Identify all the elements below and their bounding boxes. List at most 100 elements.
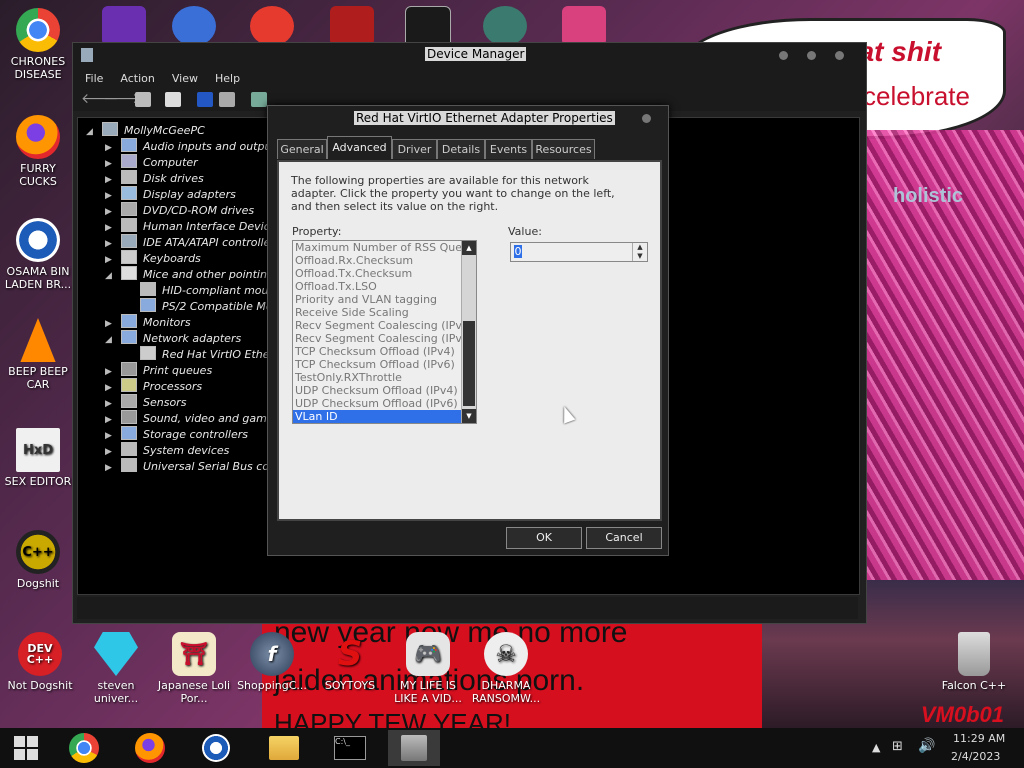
expand-closed-icon[interactable]: ▶ [105, 367, 115, 377]
expand-closed-icon[interactable]: ▶ [105, 431, 115, 441]
desktop-icon-falcon[interactable]: Falcon C++ [936, 632, 1012, 692]
property-list-item[interactable]: Offload.Tx.Checksum [293, 267, 461, 280]
tree-item[interactable]: PS/2 Compatible Mou [124, 298, 280, 314]
taskbar-file-explorer[interactable] [258, 730, 310, 766]
tree-item[interactable]: ▶ Processors [105, 378, 202, 394]
visual-studio-icon[interactable] [102, 6, 146, 46]
tab-advanced[interactable]: Advanced [327, 136, 392, 159]
app-icon-globe[interactable] [483, 6, 527, 46]
expand-closed-icon[interactable]: ▶ [105, 255, 115, 265]
property-list-item[interactable]: Maximum Number of RSS Queues [293, 241, 476, 254]
property-list[interactable]: Maximum Number of RSS Queues Offload.Rx.C… [292, 240, 477, 424]
expand-closed-icon[interactable]: ▶ [105, 191, 115, 201]
expand-closed-icon[interactable]: ▶ [105, 447, 115, 457]
property-list-item[interactable]: Offload.Tx.LSO [293, 280, 461, 293]
tree-item[interactable]: ▶ Audio inputs and outputs [105, 138, 282, 154]
tree-item[interactable]: ▶ Storage controllers [105, 426, 248, 442]
scroll-up-arrow-icon[interactable]: ▲ [462, 241, 476, 255]
scan-hardware-icon[interactable] [251, 92, 267, 107]
taskbar-chrome[interactable] [58, 730, 110, 766]
expand-closed-icon[interactable]: ▶ [105, 223, 115, 233]
ok-button[interactable]: OK [506, 527, 582, 549]
value-spin-buttons[interactable]: ▲ ▼ [632, 243, 647, 261]
desktop-icon-shopping[interactable]: f ShoppingC... [234, 632, 310, 692]
expand-closed-icon[interactable]: ▶ [105, 463, 115, 473]
dialog-close-button[interactable] [642, 114, 651, 123]
taskbar-firefox[interactable] [124, 730, 176, 766]
expand-closed-icon[interactable]: ▶ [105, 143, 115, 153]
menu-view[interactable]: View [172, 72, 198, 89]
expand-closed-icon[interactable]: ▶ [105, 319, 115, 329]
menu-file[interactable]: File [85, 72, 103, 89]
tree-item[interactable]: ▶ Disk drives [105, 170, 204, 186]
desktop-icon-osama[interactable]: OSAMA BIN LADEN BR... [0, 218, 76, 291]
tree-item[interactable]: ◢ Mice and other pointing de [105, 266, 291, 282]
network-icon[interactable]: ⊞ [892, 739, 903, 754]
property-list-item[interactable]: UDP Checksum Offload (IPv6) [293, 397, 461, 410]
expand-open-icon[interactable]: ◢ [105, 335, 115, 345]
property-list-item[interactable]: Receive Side Scaling [293, 306, 461, 319]
start-button[interactable] [0, 730, 52, 766]
scroll-thumb[interactable] [463, 321, 475, 406]
property-list-item[interactable]: Recv Segment Coalescing (IPv4) [293, 319, 473, 332]
expand-closed-icon[interactable]: ▶ [105, 383, 115, 393]
desktop-icon-vlc[interactable]: BEEP BEEP CAR [0, 318, 76, 391]
show-hidden-icons-icon[interactable]: ▲ [872, 741, 880, 754]
tree-item[interactable]: ▶ DVD/CD-ROM drives [105, 202, 254, 218]
tree-item[interactable]: ▶ Print queues [105, 362, 212, 378]
desktop-icon-japanese[interactable]: ⛩ Japanese Loli Por... [156, 632, 232, 705]
tab-details[interactable]: Details [437, 139, 485, 159]
close-button[interactable] [835, 51, 844, 60]
value-input[interactable]: 0 [514, 245, 522, 258]
clock-time[interactable]: 11:29 AM [953, 732, 1005, 745]
expand-closed-icon[interactable]: ▶ [105, 175, 115, 185]
tree-item[interactable]: ▶ Universal Serial Bus contr [105, 458, 285, 474]
desktop-icon-dharma[interactable]: ☠ DHARMA RANSOMW... [468, 632, 544, 705]
expand-closed-icon[interactable]: ▶ [105, 159, 115, 169]
menu-help[interactable]: Help [215, 72, 240, 89]
value-spinbox[interactable]: 0 ▲ ▼ [510, 242, 648, 262]
clock-date[interactable]: 2/4/2023 [951, 750, 1000, 763]
cancel-button[interactable]: Cancel [586, 527, 662, 549]
property-list-item[interactable]: TCP Checksum Offload (IPv4) [293, 345, 461, 358]
expand-open-icon[interactable]: ◢ [86, 127, 96, 137]
tree-item[interactable]: ▶ Human Interface Devices [105, 218, 282, 234]
desktop-icon-soytoys[interactable]: S SOYTOYS [312, 632, 388, 693]
expand-closed-icon[interactable]: ▶ [105, 415, 115, 425]
desktop-icon-chrome[interactable]: CHRONES DISEASE [0, 8, 76, 81]
expand-closed-icon[interactable]: ▶ [105, 399, 115, 409]
app-icon-picture[interactable] [562, 6, 606, 46]
maximize-button[interactable] [807, 51, 816, 60]
desktop-icon-mylife[interactable]: 🎮 MY LIFE IS LIKE A VID... [390, 632, 466, 705]
tree-item[interactable]: ▶ System devices [105, 442, 229, 458]
spin-up-icon[interactable]: ▲ [633, 243, 647, 252]
tree-item[interactable]: ▶ Sound, video and game co [105, 410, 290, 426]
taskbar-device-manager[interactable] [388, 730, 440, 766]
device-manager-titlebar[interactable]: Device Manager [73, 43, 866, 67]
property-list-scrollbar[interactable]: ▲ ▼ [461, 241, 476, 423]
property-list-item[interactable]: TestOnly.RXThrottle [293, 371, 461, 384]
minimize-button[interactable] [779, 51, 788, 60]
desktop-icon-steven[interactable]: steven univer... [78, 632, 154, 705]
expand-open-icon[interactable]: ◢ [105, 271, 115, 281]
tree-root-computer[interactable]: ◢ MollyMcGeePC [86, 122, 205, 138]
property-list-item[interactable]: Priority and VLAN tagging [293, 293, 461, 306]
volume-icon[interactable]: 🔊 [918, 738, 935, 754]
tree-item[interactable]: ▶ Monitors [105, 314, 191, 330]
expand-closed-icon[interactable]: ▶ [105, 239, 115, 249]
tree-item[interactable]: ▶ Sensors [105, 394, 186, 410]
tree-item[interactable]: HID-compliant mouse [124, 282, 281, 298]
menu-action[interactable]: Action [120, 72, 154, 89]
property-list-item[interactable]: UDP Checksum Offload (IPv4) [293, 384, 461, 397]
spin-down-icon[interactable]: ▼ [633, 252, 647, 261]
forward-icon[interactable]: 🡒 [103, 92, 141, 107]
show-hide-tree-icon[interactable] [135, 92, 151, 107]
app-icon-red-bird[interactable] [330, 6, 374, 46]
tree-item[interactable]: ▶ Display adapters [105, 186, 236, 202]
properties-icon[interactable] [165, 92, 181, 107]
desktop-icon-dogshit[interactable]: C++ Dogshit [0, 530, 76, 590]
view-icon[interactable] [219, 92, 235, 107]
taskbar-obama[interactable] [190, 730, 242, 766]
tab-resources[interactable]: Resources [532, 139, 595, 159]
taskbar-cmd[interactable]: C:\_ [324, 730, 376, 766]
